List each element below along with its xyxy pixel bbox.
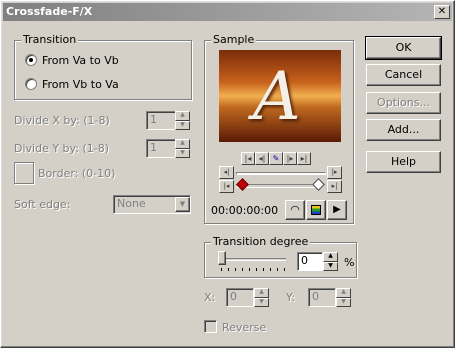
ok-button[interactable]: OK xyxy=(365,36,442,60)
trim-start-icon[interactable]: |◂ xyxy=(219,180,234,193)
spin-up-icon[interactable]: ▲ xyxy=(175,139,190,149)
spin-up-icon[interactable]: ▲ xyxy=(175,111,190,121)
border-color-swatch[interactable] xyxy=(14,162,34,184)
title-bar: Crossfade-F/X ✕ xyxy=(3,3,452,21)
add-button[interactable]: Add... xyxy=(366,119,441,141)
window-title: Crossfade-F/X xyxy=(6,5,93,18)
transition-legend: Transition xyxy=(21,33,79,46)
soft-edge-label: Soft edge: xyxy=(14,198,71,211)
spin-up-icon[interactable]: ▲ xyxy=(254,288,269,298)
radio-vb-to-va[interactable] xyxy=(25,78,37,90)
border-label: Border: (0-10) xyxy=(38,167,116,180)
degree-slider-thumb[interactable] xyxy=(218,251,226,265)
sample-legend: Sample xyxy=(211,33,257,46)
y-input[interactable]: 0 xyxy=(308,288,336,307)
degree-slider-ticks xyxy=(221,268,287,271)
sample-preview: A xyxy=(219,50,341,142)
x-input[interactable]: 0 xyxy=(226,288,254,307)
timeline-icon[interactable] xyxy=(306,200,326,220)
mark-icon[interactable]: ✎ xyxy=(269,152,283,165)
reverse-label[interactable]: Reverse xyxy=(222,321,266,334)
degree-slider-track[interactable] xyxy=(220,258,286,261)
transition-group: Transition xyxy=(14,34,192,100)
divide-x-spinner[interactable]: ▲ ▼ xyxy=(175,111,190,130)
y-spinner[interactable]: ▲ ▼ xyxy=(336,288,351,307)
close-icon[interactable]: ✕ xyxy=(434,5,450,19)
gauge-icon[interactable]: ◠ xyxy=(285,200,305,220)
divide-x-label: Divide X by: (1-8) xyxy=(14,114,110,127)
spin-up-icon[interactable]: ▲ xyxy=(323,252,338,262)
radio-va-to-vb-label[interactable]: From Va to Vb xyxy=(42,54,119,67)
rewind-icon[interactable]: ◂| xyxy=(219,166,234,179)
degree-unit: % xyxy=(344,256,355,269)
spin-down-icon[interactable]: ▼ xyxy=(336,297,351,307)
options-button[interactable]: Options... xyxy=(366,92,441,114)
spin-down-icon[interactable]: ▼ xyxy=(323,261,338,271)
go-start-icon[interactable]: |◂ xyxy=(241,152,255,165)
help-button[interactable]: Help xyxy=(366,151,441,173)
radio-va-to-vb[interactable] xyxy=(25,54,37,66)
spin-down-icon[interactable]: ▼ xyxy=(175,148,190,158)
step-back-icon[interactable]: ◂| xyxy=(255,152,269,165)
degree-spinner[interactable]: ▲ ▼ xyxy=(323,252,338,271)
playback-track[interactable] xyxy=(236,172,326,175)
divide-y-label: Divide Y by: (1-8) xyxy=(14,142,109,155)
trim-track[interactable] xyxy=(236,184,322,188)
spin-down-icon[interactable]: ▼ xyxy=(175,120,190,130)
forward-icon[interactable]: |▸ xyxy=(327,166,342,179)
transition-degree-legend: Transition degree xyxy=(211,235,311,248)
spin-down-icon[interactable]: ▼ xyxy=(254,297,269,307)
soft-edge-value: None xyxy=(117,197,146,210)
timecode: 00:00:00:00 xyxy=(211,204,279,217)
play-icon[interactable]: ▶ xyxy=(327,200,347,220)
trim-end-icon[interactable]: ▸| xyxy=(327,180,342,193)
divide-y-input[interactable]: 1 xyxy=(146,139,176,158)
divide-y-spinner[interactable]: ▲ ▼ xyxy=(175,139,190,158)
go-end-icon[interactable]: ▸| xyxy=(297,152,311,165)
reverse-checkbox[interactable] xyxy=(204,320,217,333)
dropdown-arrow-icon[interactable]: ▼ xyxy=(175,197,190,212)
divide-x-input[interactable]: 1 xyxy=(146,111,176,130)
spin-up-icon[interactable]: ▲ xyxy=(336,288,351,298)
x-spinner[interactable]: ▲ ▼ xyxy=(254,288,269,307)
y-label: Y: xyxy=(286,291,295,304)
radio-vb-to-va-label[interactable]: From Vb to Va xyxy=(42,78,119,91)
cancel-button[interactable]: Cancel xyxy=(366,64,441,86)
x-label: X: xyxy=(204,291,216,304)
preview-letter: A xyxy=(253,58,301,135)
degree-input[interactable]: 0 xyxy=(297,252,323,271)
step-forward-icon[interactable]: |▸ xyxy=(283,152,297,165)
